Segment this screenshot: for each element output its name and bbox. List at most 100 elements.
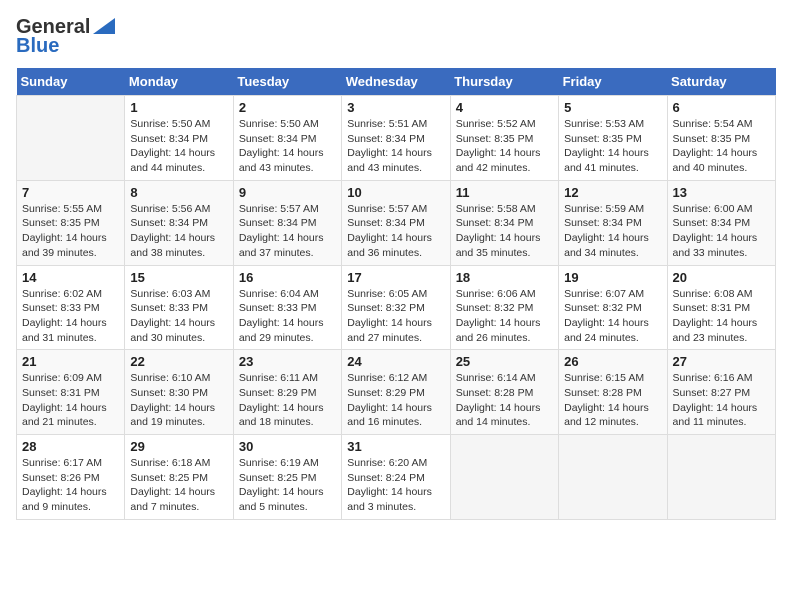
calendar-day-cell: 8Sunrise: 5:56 AMSunset: 8:34 PMDaylight… xyxy=(125,180,233,265)
day-number: 2 xyxy=(239,100,336,115)
calendar-day-cell: 22 Sunrise: 6:10 AMSunset: 8:30 PMDayligh… xyxy=(125,350,233,435)
calendar-week-row: 21Sunrise: 6:09 AMSunset: 8:31 PMDayligh… xyxy=(17,350,776,435)
day-info: Sunrise: 5:51 AMSunset: 8:34 PMDaylight:… xyxy=(347,117,444,176)
day-info: Sunrise: 5:50 AMSunset: 8:34 PMDaylight:… xyxy=(239,117,336,176)
day-info: Sunrise: 6:05 AMSunset: 8:32 PMDaylight:… xyxy=(347,287,444,346)
calendar-day-cell: 1 Sunrise: 5:50 AMSunset: 8:34 PMDaylight… xyxy=(125,96,233,181)
logo-blue-text: Blue xyxy=(16,35,59,58)
day-info: Sunrise: 6:17 AMSunset: 8:26 PMDaylight:… xyxy=(22,456,119,515)
day-info: Sunrise: 6:18 AMSunset: 8:25 PMDaylight:… xyxy=(130,456,227,515)
calendar-day-cell: 13 Sunrise: 6:00 AMSunset: 8:34 PMDayligh… xyxy=(667,180,775,265)
day-number: 4 xyxy=(456,100,553,115)
calendar-day-cell: 15Sunrise: 6:03 AMSunset: 8:33 PMDayligh… xyxy=(125,265,233,350)
logo-icon xyxy=(93,18,115,34)
calendar-day-cell: 18 Sunrise: 6:06 AMSunset: 8:32 PMDayligh… xyxy=(450,265,558,350)
calendar-day-cell: 31 Sunrise: 6:20 AMSunset: 8:24 PMDayligh… xyxy=(342,435,450,520)
day-number: 12 xyxy=(564,185,661,200)
page-header: General Blue xyxy=(16,16,776,58)
calendar-day-cell: 26Sunrise: 6:15 AMSunset: 8:28 PMDayligh… xyxy=(559,350,667,435)
calendar-day-cell: 3 Sunrise: 5:51 AMSunset: 8:34 PMDaylight… xyxy=(342,96,450,181)
day-number: 10 xyxy=(347,185,444,200)
day-info: Sunrise: 6:00 AMSunset: 8:34 PMDaylight:… xyxy=(673,202,770,261)
day-info: Sunrise: 6:11 AMSunset: 8:29 PMDaylight:… xyxy=(239,371,336,430)
calendar-day-cell: 17 Sunrise: 6:05 AMSunset: 8:32 PMDayligh… xyxy=(342,265,450,350)
day-number: 17 xyxy=(347,270,444,285)
day-number: 18 xyxy=(456,270,553,285)
day-number: 9 xyxy=(239,185,336,200)
calendar-day-header: Monday xyxy=(125,68,233,96)
day-info: Sunrise: 6:14 AMSunset: 8:28 PMDaylight:… xyxy=(456,371,553,430)
calendar-day-cell: 16 Sunrise: 6:04 AMSunset: 8:33 PMDayligh… xyxy=(233,265,341,350)
day-number: 31 xyxy=(347,439,444,454)
calendar-day-cell: 19Sunrise: 6:07 AMSunset: 8:32 PMDayligh… xyxy=(559,265,667,350)
day-info: Sunrise: 6:20 AMSunset: 8:24 PMDaylight:… xyxy=(347,456,444,515)
calendar-day-cell: 6 Sunrise: 5:54 AMSunset: 8:35 PMDaylight… xyxy=(667,96,775,181)
day-number: 28 xyxy=(22,439,119,454)
calendar-table: SundayMondayTuesdayWednesdayThursdayFrid… xyxy=(16,68,776,520)
calendar-day-cell: 12 Sunrise: 5:59 AMSunset: 8:34 PMDayligh… xyxy=(559,180,667,265)
calendar-week-row: 28 Sunrise: 6:17 AMSunset: 8:26 PMDayligh… xyxy=(17,435,776,520)
calendar-day-cell: 7 Sunrise: 5:55 AMSunset: 8:35 PMDaylight… xyxy=(17,180,125,265)
day-info: Sunrise: 5:59 AMSunset: 8:34 PMDaylight:… xyxy=(564,202,661,261)
day-number: 6 xyxy=(673,100,770,115)
day-info: Sunrise: 6:06 AMSunset: 8:32 PMDaylight:… xyxy=(456,287,553,346)
day-number: 19 xyxy=(564,270,661,285)
calendar-day-cell: 30 Sunrise: 6:19 AMSunset: 8:25 PMDayligh… xyxy=(233,435,341,520)
day-number: 14 xyxy=(22,270,119,285)
day-info: Sunrise: 5:58 AMSunset: 8:34 PMDaylight:… xyxy=(456,202,553,261)
day-number: 11 xyxy=(456,185,553,200)
calendar-day-cell: 27 Sunrise: 6:16 AMSunset: 8:27 PMDayligh… xyxy=(667,350,775,435)
day-info: Sunrise: 6:04 AMSunset: 8:33 PMDaylight:… xyxy=(239,287,336,346)
day-info: Sunrise: 6:15 AMSunset: 8:28 PMDaylight:… xyxy=(564,371,661,430)
day-info: Sunrise: 6:16 AMSunset: 8:27 PMDaylight:… xyxy=(673,371,770,430)
day-number: 5 xyxy=(564,100,661,115)
calendar-day-cell xyxy=(450,435,558,520)
day-info: Sunrise: 6:10 AMSunset: 8:30 PMDaylight:… xyxy=(130,371,227,430)
day-info: Sunrise: 6:12 AMSunset: 8:29 PMDaylight:… xyxy=(347,371,444,430)
day-number: 13 xyxy=(673,185,770,200)
day-number: 20 xyxy=(673,270,770,285)
day-info: Sunrise: 5:52 AMSunset: 8:35 PMDaylight:… xyxy=(456,117,553,176)
day-number: 1 xyxy=(130,100,227,115)
day-number: 30 xyxy=(239,439,336,454)
calendar-day-cell: 10 Sunrise: 5:57 AMSunset: 8:34 PMDayligh… xyxy=(342,180,450,265)
day-number: 25 xyxy=(456,354,553,369)
calendar-day-cell: 5 Sunrise: 5:53 AMSunset: 8:35 PMDaylight… xyxy=(559,96,667,181)
day-info: Sunrise: 6:19 AMSunset: 8:25 PMDaylight:… xyxy=(239,456,336,515)
day-info: Sunrise: 5:57 AMSunset: 8:34 PMDaylight:… xyxy=(239,202,336,261)
calendar-day-header: Wednesday xyxy=(342,68,450,96)
day-number: 7 xyxy=(22,185,119,200)
day-info: Sunrise: 5:57 AMSunset: 8:34 PMDaylight:… xyxy=(347,202,444,261)
calendar-day-cell: 2 Sunrise: 5:50 AMSunset: 8:34 PMDaylight… xyxy=(233,96,341,181)
calendar-day-header: Sunday xyxy=(17,68,125,96)
day-info: Sunrise: 6:02 AMSunset: 8:33 PMDaylight:… xyxy=(22,287,119,346)
calendar-day-cell: 25 Sunrise: 6:14 AMSunset: 8:28 PMDayligh… xyxy=(450,350,558,435)
day-number: 24 xyxy=(347,354,444,369)
day-number: 22 xyxy=(130,354,227,369)
day-number: 27 xyxy=(673,354,770,369)
calendar-day-cell: 14 Sunrise: 6:02 AMSunset: 8:33 PMDayligh… xyxy=(17,265,125,350)
calendar-day-cell: 28 Sunrise: 6:17 AMSunset: 8:26 PMDayligh… xyxy=(17,435,125,520)
calendar-day-cell: 29 Sunrise: 6:18 AMSunset: 8:25 PMDayligh… xyxy=(125,435,233,520)
calendar-day-cell: 23 Sunrise: 6:11 AMSunset: 8:29 PMDayligh… xyxy=(233,350,341,435)
day-number: 29 xyxy=(130,439,227,454)
calendar-day-cell xyxy=(667,435,775,520)
calendar-week-row: 7 Sunrise: 5:55 AMSunset: 8:35 PMDaylight… xyxy=(17,180,776,265)
day-info: Sunrise: 5:50 AMSunset: 8:34 PMDaylight:… xyxy=(130,117,227,176)
day-number: 8 xyxy=(130,185,227,200)
day-number: 16 xyxy=(239,270,336,285)
day-number: 15 xyxy=(130,270,227,285)
day-info: Sunrise: 5:54 AMSunset: 8:35 PMDaylight:… xyxy=(673,117,770,176)
calendar-day-cell: 9 Sunrise: 5:57 AMSunset: 8:34 PMDaylight… xyxy=(233,180,341,265)
calendar-day-cell xyxy=(17,96,125,181)
day-info: Sunrise: 5:55 AMSunset: 8:35 PMDaylight:… xyxy=(22,202,119,261)
day-info: Sunrise: 5:53 AMSunset: 8:35 PMDaylight:… xyxy=(564,117,661,176)
calendar-week-row: 14 Sunrise: 6:02 AMSunset: 8:33 PMDayligh… xyxy=(17,265,776,350)
calendar-day-cell: 11 Sunrise: 5:58 AMSunset: 8:34 PMDayligh… xyxy=(450,180,558,265)
day-number: 21 xyxy=(22,354,119,369)
calendar-day-header: Friday xyxy=(559,68,667,96)
calendar-day-header: Saturday xyxy=(667,68,775,96)
day-number: 23 xyxy=(239,354,336,369)
calendar-day-cell: 24 Sunrise: 6:12 AMSunset: 8:29 PMDayligh… xyxy=(342,350,450,435)
day-number: 3 xyxy=(347,100,444,115)
